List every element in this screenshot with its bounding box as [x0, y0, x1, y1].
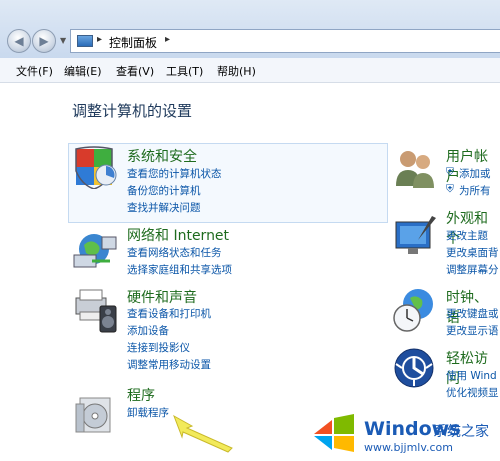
link-use-windows-suggestions[interactable]: 使用 Wind [446, 368, 497, 383]
link-view-computer-status[interactable]: 查看您的计算机状态 [127, 166, 222, 181]
link-change-display-language[interactable]: 更改显示语 [446, 323, 499, 338]
annotation-arrow-icon [173, 414, 233, 453]
menu-view[interactable]: 查看(V) [116, 63, 154, 79]
menu-edit[interactable]: 编辑(E) [64, 63, 102, 79]
forward-arrow-icon: ▶ [39, 34, 49, 48]
hardware-sound-icon [75, 289, 117, 333]
watermark-url: www.bjjmlv.com [364, 441, 453, 454]
watermark-brand-cn: 系统之家 [433, 424, 489, 440]
control-panel-icon [77, 35, 93, 47]
appearance-personalization-icon [395, 216, 436, 254]
link-add-device[interactable]: 添加设备 [127, 323, 169, 338]
link-change-keyboard[interactable]: 更改键盘或 [446, 306, 499, 321]
category-hardware-sound[interactable]: 硬件和声音 [127, 287, 197, 307]
system-security-icon [75, 146, 117, 189]
link-devices-printers[interactable]: 查看设备和打印机 [127, 306, 211, 321]
link-change-theme[interactable]: 更改主题 [446, 228, 488, 243]
breadcrumb-separator-icon[interactable]: ▸ [97, 34, 102, 45]
link-add-remove-accounts[interactable]: 添加或 [459, 166, 491, 181]
shield-icon: ⛨ [446, 183, 454, 195]
breadcrumb-separator-icon[interactable]: ▸ [165, 34, 170, 45]
link-troubleshoot[interactable]: 查找并解决问题 [127, 200, 201, 215]
link-change-desktop-background[interactable]: 更改桌面背 [446, 245, 499, 260]
link-parental-controls[interactable]: 为所有 [459, 183, 491, 198]
menu-file[interactable]: 文件(F) [16, 63, 53, 79]
link-mobility-settings[interactable]: 调整常用移动设置 [127, 357, 211, 372]
page-title: 调整计算机的设置 [72, 102, 193, 120]
network-internet-icon [73, 234, 117, 268]
category-network-internet[interactable]: 网络和 Internet [127, 225, 229, 245]
menu-tools[interactable]: 工具(T) [166, 63, 203, 79]
programs-icon [75, 397, 111, 433]
shield-icon: ⛨ [446, 166, 454, 178]
clock-language-region-icon [393, 289, 433, 332]
link-adjust-resolution[interactable]: 调整屏幕分 [446, 262, 499, 277]
category-system-security[interactable]: 系统和安全 [127, 146, 197, 166]
link-connect-projector[interactable]: 连接到投影仪 [127, 340, 190, 355]
link-network-status[interactable]: 查看网络状态和任务 [127, 245, 222, 260]
link-uninstall-program[interactable]: 卸载程序 [127, 405, 169, 420]
forward-button[interactable]: ▶ [32, 29, 56, 53]
category-programs[interactable]: 程序 [127, 385, 155, 405]
back-button[interactable]: ◀ [7, 29, 31, 53]
address-box[interactable]: ▸ 控制面板 ▸ [70, 29, 500, 53]
back-arrow-icon: ◀ [14, 34, 24, 48]
menu-bar: 文件(F) 编辑(E) 查看(V) 工具(T) 帮助(H) [0, 58, 500, 83]
ease-of-access-icon [394, 348, 434, 388]
link-optimize-display[interactable]: 优化视频显 [446, 385, 499, 400]
breadcrumb-control-panel[interactable]: 控制面板 [109, 34, 157, 51]
recent-pages-dropdown-icon[interactable]: ▼ [60, 36, 66, 45]
link-homegroup-sharing[interactable]: 选择家庭组和共享选项 [127, 262, 232, 277]
windows-logo-icon [314, 414, 354, 452]
menu-help[interactable]: 帮助(H) [217, 63, 256, 79]
link-backup-computer[interactable]: 备份您的计算机 [127, 183, 201, 198]
user-accounts-icon [396, 151, 434, 188]
address-bar-region: ◀ ▶ ▼ ▸ 控制面板 ▸ [0, 0, 500, 59]
